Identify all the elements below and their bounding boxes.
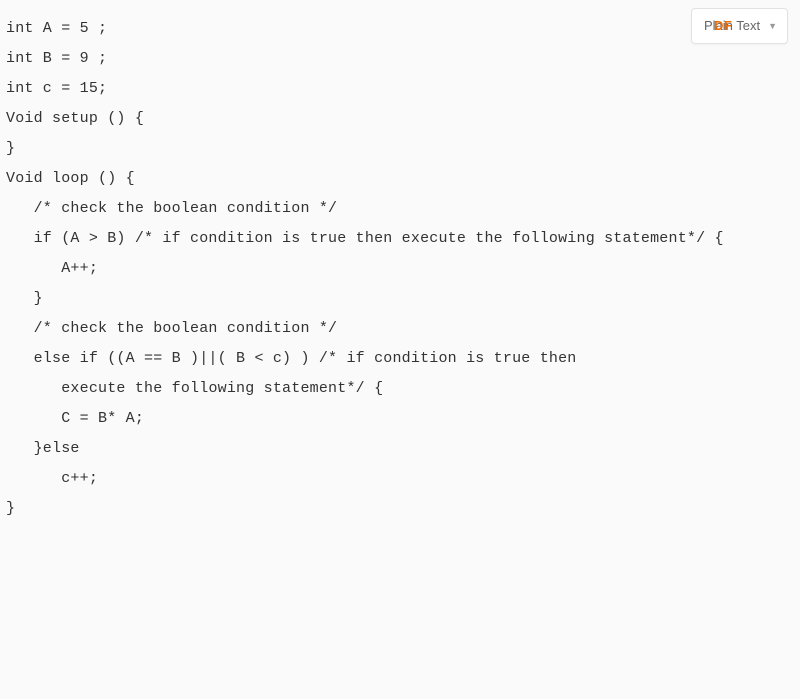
dropdown-label: Plain Text [704, 13, 760, 39]
chevron-down-icon: ▼ [768, 17, 777, 35]
code-line: c++; [6, 464, 786, 494]
code-line: int A = 5 ; [6, 14, 786, 44]
code-line: if (A > B) /* if condition is true then … [6, 224, 786, 254]
code-line: A++; [6, 254, 786, 284]
code-line: } [6, 494, 786, 524]
language-dropdown-wrapper: Plain Text DF ▼ [691, 8, 788, 44]
code-line: }else [6, 434, 786, 464]
code-line: Void loop () { [6, 164, 786, 194]
code-line: /* check the boolean condition */ [6, 314, 786, 344]
code-line: else if ((A == B )||( B < c) ) /* if con… [6, 344, 786, 374]
code-line: } [6, 134, 786, 164]
code-line: } [6, 284, 786, 314]
code-block: int A = 5 ;int B = 9 ;int c = 15;Void se… [6, 14, 786, 524]
code-line: Void setup () { [6, 104, 786, 134]
code-line: int c = 15; [6, 74, 786, 104]
code-line: /* check the boolean condition */ [6, 194, 786, 224]
code-line: int B = 9 ; [6, 44, 786, 74]
code-line: C = B* A; [6, 404, 786, 434]
code-line: execute the following statement*/ { [6, 374, 786, 404]
language-dropdown[interactable]: Plain Text DF ▼ [691, 8, 788, 44]
